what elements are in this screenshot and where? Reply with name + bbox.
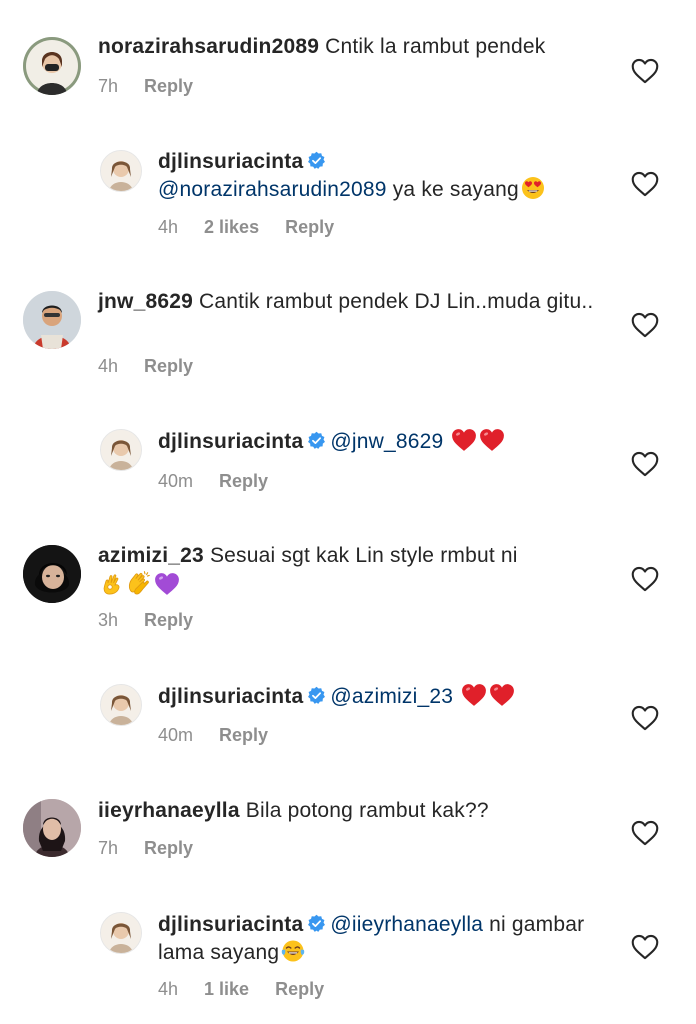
comment-username[interactable]: norazirahsarudin2089 xyxy=(98,35,319,58)
comment-text: azimizi_23 Sesuai sgt kak Lin style rmbu… xyxy=(98,542,618,600)
heart-outline-icon[interactable] xyxy=(631,451,659,477)
heart-outline-icon[interactable] xyxy=(631,705,659,731)
avatar[interactable] xyxy=(23,37,81,95)
heart-outline-icon[interactable] xyxy=(631,566,659,592)
mention-link[interactable]: @azimizi_23 xyxy=(330,685,453,708)
heart-outline-icon[interactable] xyxy=(631,934,659,960)
verified-badge-icon xyxy=(307,686,326,705)
comment-body: ya ke sayang xyxy=(386,178,519,201)
avatar-image xyxy=(101,685,141,725)
comment-text: iieyrhanaeylla Bila potong rambut kak?? xyxy=(98,797,618,825)
avatar[interactable] xyxy=(23,291,81,349)
avatar-image xyxy=(101,913,141,953)
verified-badge-icon xyxy=(307,914,326,933)
red-heart-emoji xyxy=(489,683,515,707)
reply-button[interactable]: Reply xyxy=(285,217,334,238)
reply-button[interactable]: Reply xyxy=(144,610,193,631)
comment-username[interactable]: iieyrhanaeylla xyxy=(98,799,240,822)
reply-button[interactable]: Reply xyxy=(219,471,268,492)
avatar-image xyxy=(23,545,81,603)
avatar-image xyxy=(23,291,81,349)
avatar-image xyxy=(23,799,81,857)
comment-text: djlinsuriacinta @iieyrhanaeylla ni gambar… xyxy=(158,911,608,967)
comment-time: 3h xyxy=(98,610,119,630)
reply-button[interactable]: Reply xyxy=(144,76,193,97)
comment-username[interactable]: djlinsuriacinta xyxy=(158,913,303,936)
mention-link[interactable]: @norazirahsarudin2089 xyxy=(158,178,387,201)
comment-body: Bila potong rambut kak?? xyxy=(239,799,489,822)
comment-time: 4h xyxy=(98,356,119,376)
clapping-hands-emoji xyxy=(126,570,152,596)
avatar-image xyxy=(101,151,141,191)
heart-eyes-emoji xyxy=(521,176,545,200)
verified-badge-icon xyxy=(307,431,326,450)
comment-body: Cntik la rambut pendek xyxy=(319,35,546,58)
comment-text: djlinsuriacinta @azimizi_23 xyxy=(158,683,608,711)
comment-username[interactable]: azimizi_23 xyxy=(98,544,204,567)
comment-time: 40m xyxy=(158,471,194,491)
heart-outline-icon[interactable] xyxy=(631,312,659,338)
avatar[interactable] xyxy=(100,429,142,471)
avatar[interactable] xyxy=(100,150,142,192)
comment-body xyxy=(443,430,449,453)
avatar[interactable] xyxy=(100,684,142,726)
comment-username[interactable]: djlinsuriacinta xyxy=(158,685,303,708)
comment-body: Sesuai sgt kak Lin style rmbut ni xyxy=(203,544,518,567)
likes-count[interactable]: 1 like xyxy=(204,979,249,1000)
reply-button[interactable]: Reply xyxy=(144,838,193,859)
comment-time: 40m xyxy=(158,725,194,745)
reply-button[interactable]: Reply xyxy=(144,356,193,377)
comment-meta: 4h 2 likes Reply xyxy=(158,217,360,238)
comment-meta: 4h Reply xyxy=(98,356,219,377)
red-heart-emoji xyxy=(461,683,487,707)
likes-count[interactable]: 2 likes xyxy=(204,217,259,238)
comment-body: Cantik rambut pendek DJ Lin..muda gitu.. xyxy=(193,290,594,313)
comment-text: jnw_8629 Cantik rambut pendek DJ Lin..mu… xyxy=(98,288,618,316)
mention-link[interactable]: @iieyrhanaeylla xyxy=(330,913,483,936)
comment-text: norazirahsarudin2089 Cntik la rambut pen… xyxy=(98,33,618,61)
comment-username[interactable]: djlinsuriacinta xyxy=(158,150,303,173)
mention-link[interactable]: @jnw_8629 xyxy=(330,430,443,453)
purple-heart-emoji xyxy=(154,572,180,596)
avatar[interactable] xyxy=(23,545,81,603)
red-heart-emoji xyxy=(451,428,477,452)
comment-meta: 3h Reply xyxy=(98,610,219,631)
comment-meta: 40m Reply xyxy=(158,471,294,492)
comment-meta: 7h Reply xyxy=(98,838,219,859)
comment-username[interactable]: jnw_8629 xyxy=(98,290,193,313)
tears-of-joy-emoji xyxy=(281,939,305,963)
comment-meta: 40m Reply xyxy=(158,725,294,746)
reply-button[interactable]: Reply xyxy=(219,725,268,746)
avatar[interactable] xyxy=(23,799,81,857)
ok-hand-emoji xyxy=(100,572,124,596)
avatar-image xyxy=(23,37,81,95)
comment-time: 7h xyxy=(98,838,119,858)
heart-outline-icon[interactable] xyxy=(631,171,659,197)
red-heart-emoji xyxy=(479,428,505,452)
comment-time: 4h xyxy=(158,217,179,237)
comment-text: djlinsuriacinta @jnw_8629 xyxy=(158,428,608,456)
heart-outline-icon[interactable] xyxy=(631,58,659,84)
verified-badge-icon xyxy=(307,151,326,170)
comment-body xyxy=(453,685,459,708)
reply-button[interactable]: Reply xyxy=(275,979,324,1000)
comment-text: djlinsuriacinta @norazirahsarudin2089 ya … xyxy=(158,148,608,204)
avatar-image xyxy=(101,430,141,470)
comment-time: 4h xyxy=(158,979,179,999)
avatar[interactable] xyxy=(100,912,142,954)
comment-meta: 4h 1 like Reply xyxy=(158,979,350,1000)
heart-outline-icon[interactable] xyxy=(631,820,659,846)
comment-time: 7h xyxy=(98,76,119,96)
comment-meta: 7h Reply xyxy=(98,76,219,97)
comment-username[interactable]: djlinsuriacinta xyxy=(158,430,303,453)
